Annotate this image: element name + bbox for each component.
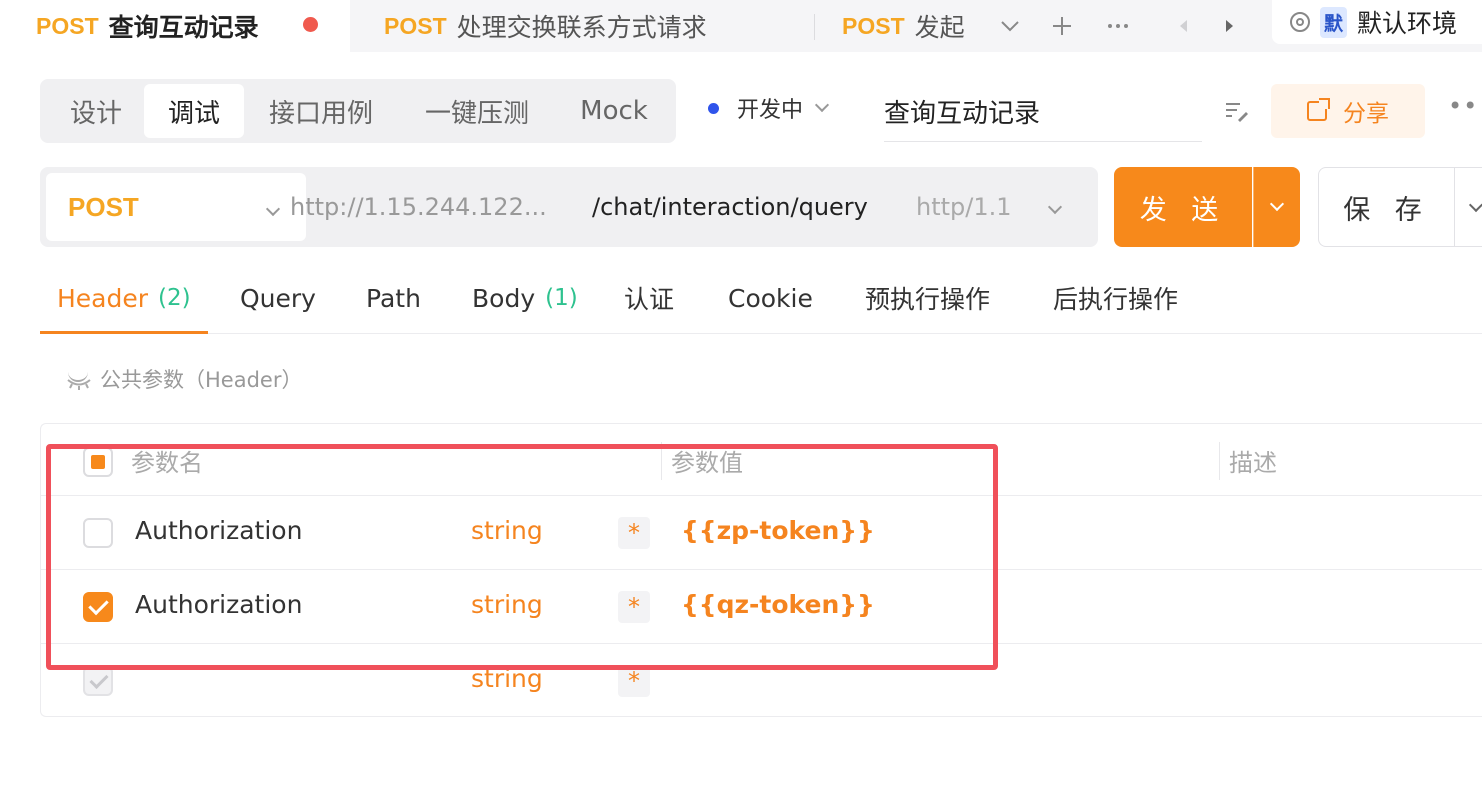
param-value[interactable]: {{qz-token}}	[681, 590, 875, 619]
send-options-dropdown[interactable]	[1253, 167, 1300, 247]
active-tab-indicator	[40, 331, 208, 334]
public-params-label: 公共参数（Header）	[100, 368, 303, 392]
tab-title: 查询互动记录	[108, 13, 259, 42]
column-header-value: 参数值	[671, 448, 743, 477]
path-input[interactable]: /chat/interaction/query	[592, 167, 878, 247]
scroll-left-icon[interactable]	[1158, 0, 1208, 52]
table-header-row: 参数名 参数值 描述	[41, 424, 1482, 496]
param-name[interactable]: Authorization	[135, 516, 302, 545]
column-divider	[661, 442, 662, 480]
table-row-empty: string *	[41, 644, 1482, 718]
method-select[interactable]: POST	[46, 173, 306, 241]
unsaved-dot-icon	[303, 17, 318, 32]
edit-description-icon[interactable]	[1224, 98, 1250, 124]
param-name[interactable]: Authorization	[135, 590, 302, 619]
column-header-name: 参数名	[131, 448, 203, 477]
tab-body[interactable]: Body (1)	[472, 262, 578, 334]
base-url: http://1.15.244.122...	[290, 193, 547, 221]
tab-initiate[interactable]: POST 发起	[806, 0, 972, 52]
table-row: Authorization string * {{zp-token}}	[41, 496, 1482, 570]
tab-count: (1)	[545, 285, 578, 311]
row-checkbox[interactable]	[83, 592, 113, 622]
column-header-description: 描述	[1229, 448, 1277, 477]
tab-title: 发起	[914, 13, 965, 42]
tab-cookie[interactable]: Cookie	[728, 262, 813, 334]
more-horizontal-icon[interactable]	[1093, 0, 1143, 52]
environment-badge: 默	[1320, 6, 1348, 38]
status-label: 开发中	[737, 98, 804, 123]
select-all-checkbox[interactable]	[83, 447, 113, 477]
param-type[interactable]: string	[471, 590, 543, 619]
public-params-toggle[interactable]: 公共参数（Header）	[66, 364, 302, 394]
tab-title: 处理交换联系方式请求	[456, 13, 707, 42]
tab-pre-request[interactable]: 预执行操作	[865, 262, 990, 334]
send-button[interactable]: 发 送	[1114, 167, 1252, 247]
api-name-input[interactable]: 查询互动记录	[884, 82, 1202, 142]
protocol-select[interactable]: http/1.1	[916, 167, 1012, 247]
chevron-down-icon	[265, 201, 281, 217]
mode-debug[interactable]: 调试	[144, 84, 244, 138]
environment-selector[interactable]: 默 默认环境	[1272, 0, 1482, 44]
plus-icon[interactable]	[1037, 0, 1087, 52]
tab-query[interactable]: Query	[240, 262, 316, 334]
header-params-table: 参数名 参数值 描述 Authorization string * {{zp-t…	[40, 423, 1482, 717]
row-checkbox[interactable]	[83, 666, 113, 696]
scroll-right-icon[interactable]	[1205, 0, 1255, 52]
status-dot-icon	[708, 102, 719, 114]
table-row: Authorization string * {{qz-token}}	[41, 570, 1482, 644]
mode-switcher: 设计 调试 接口用例 一键压测 Mock	[40, 79, 676, 143]
save-button[interactable]: 保 存	[1318, 167, 1454, 247]
tab-path[interactable]: Path	[366, 262, 421, 334]
required-toggle[interactable]: *	[618, 517, 650, 549]
share-icon	[1307, 98, 1330, 121]
mode-design[interactable]: 设计	[46, 84, 146, 138]
eye-closed-icon	[66, 372, 92, 390]
required-toggle[interactable]: *	[618, 665, 650, 697]
tab-post-request[interactable]: 后执行操作	[1053, 262, 1178, 334]
share-button[interactable]: 分享	[1271, 84, 1425, 138]
status-selector[interactable]: 开发中	[708, 92, 830, 124]
tab-method: POST	[384, 12, 447, 39]
tab-method: POST	[842, 12, 905, 39]
more-horizontal-icon[interactable]: •••	[1448, 92, 1482, 120]
environment-name: 默认环境	[1357, 9, 1458, 38]
request-section-tabs: Header (2) Query Path Body (1) 认证 Cookie…	[40, 262, 1482, 334]
chevron-down-icon	[1047, 199, 1063, 215]
mode-load-test[interactable]: 一键压测	[402, 84, 552, 138]
tab-query-interaction[interactable]: POST 查询互动记录	[0, 0, 350, 52]
tab-header[interactable]: Header (2)	[57, 262, 191, 334]
param-type[interactable]: string	[471, 516, 543, 545]
tab-count: (2)	[158, 285, 191, 311]
required-toggle[interactable]: *	[618, 591, 650, 623]
param-value[interactable]: {{zp-token}}	[681, 516, 875, 545]
mode-mock[interactable]: Mock	[562, 84, 666, 138]
tab-method: POST	[36, 12, 99, 39]
param-type[interactable]: string	[471, 664, 543, 693]
save-options-dropdown[interactable]	[1454, 167, 1482, 247]
request-url-bar: POST http://1.15.244.122... /chat/intera…	[40, 167, 1098, 247]
tab-label: Header	[57, 283, 149, 313]
tab-label: Body	[472, 283, 536, 313]
mode-test-cases[interactable]: 接口用例	[250, 84, 392, 138]
tab-auth[interactable]: 认证	[624, 262, 674, 334]
tab-handle-contact-request[interactable]: POST 处理交换联系方式请求	[348, 0, 814, 52]
settings-icon	[1290, 12, 1310, 32]
chevron-down-icon	[814, 97, 830, 113]
method-value: POST	[68, 191, 139, 222]
tab-bar: POST 查询互动记录 POST 处理交换联系方式请求 POST 发起 默 默认…	[0, 0, 1482, 52]
chevron-down-icon[interactable]	[985, 0, 1035, 52]
share-label: 分享	[1343, 101, 1389, 127]
column-divider	[1219, 442, 1220, 480]
row-checkbox[interactable]	[83, 518, 113, 548]
